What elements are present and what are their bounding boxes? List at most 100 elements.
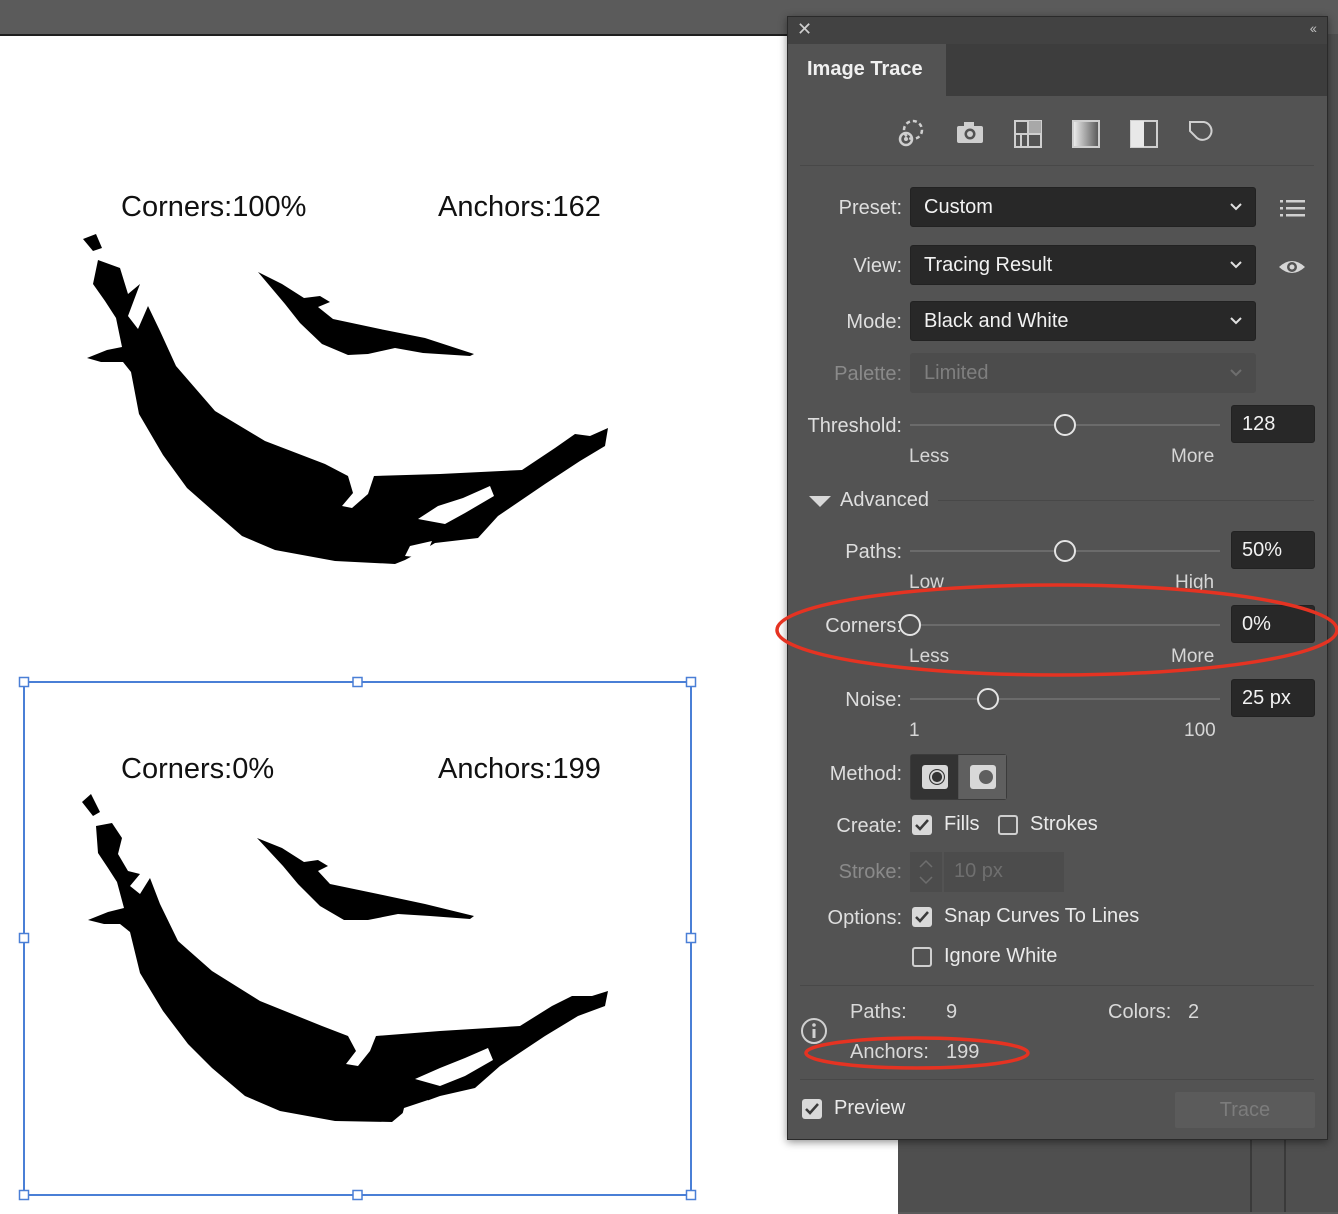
stats-paths-label: Paths: bbox=[850, 1001, 907, 1023]
stats-anchors-value: 199 bbox=[946, 1041, 980, 1063]
chevron-down-icon bbox=[1230, 369, 1242, 377]
stroke-label: Stroke: bbox=[838, 861, 902, 883]
grayscale-icon[interactable] bbox=[1069, 116, 1103, 150]
checkmark-icon bbox=[915, 819, 929, 831]
threshold-min-label: Less bbox=[909, 446, 950, 467]
noise-value: 25 px bbox=[1242, 687, 1291, 709]
presets-menu-icon[interactable] bbox=[1279, 199, 1307, 219]
abutting-icon bbox=[922, 765, 948, 789]
checkmark-icon bbox=[915, 911, 929, 923]
collapse-panel-icon[interactable]: ‹‹ bbox=[1310, 20, 1317, 36]
snap-curves-label[interactable]: Snap Curves To Lines bbox=[944, 905, 1139, 928]
noise-label: Noise: bbox=[845, 689, 902, 711]
strokes-label[interactable]: Strokes bbox=[1030, 813, 1098, 836]
paths-input[interactable]: 50% bbox=[1231, 531, 1315, 569]
low-color-icon[interactable] bbox=[1011, 116, 1045, 150]
image-trace-panel: ✕ ‹‹ Image Trace Preset: Custom View: Tr… bbox=[787, 16, 1328, 1140]
palette-value: Limited bbox=[924, 362, 989, 384]
overlapping-icon bbox=[970, 765, 996, 789]
create-label: Create: bbox=[836, 815, 902, 837]
panel-header: ✕ ‹‹ bbox=[788, 17, 1327, 44]
view-dropdown[interactable]: Tracing Result bbox=[910, 245, 1256, 285]
chevron-down-icon bbox=[1230, 317, 1242, 325]
corners-value: 0% bbox=[1242, 613, 1271, 635]
method-toggle-group bbox=[910, 754, 1007, 800]
preview-checkbox[interactable] bbox=[802, 1099, 822, 1119]
ignore-white-checkbox[interactable] bbox=[912, 947, 932, 967]
panel-title: Image Trace bbox=[807, 58, 923, 80]
divider bbox=[800, 1079, 1314, 1080]
ignore-white-label[interactable]: Ignore White bbox=[944, 945, 1057, 968]
slider-thumb[interactable] bbox=[1054, 540, 1076, 562]
corners-input[interactable]: 0% bbox=[1231, 605, 1315, 643]
stroke-input: 10 px bbox=[944, 852, 1064, 892]
preset-dropdown[interactable]: Custom bbox=[910, 187, 1256, 227]
preset-label: Preset: bbox=[838, 197, 902, 219]
stepper-arrows-icon bbox=[919, 859, 933, 885]
mode-dropdown[interactable]: Black and White bbox=[910, 301, 1256, 341]
preset-value: Custom bbox=[924, 196, 993, 218]
threshold-label: Threshold: bbox=[807, 415, 903, 437]
divider bbox=[800, 985, 1314, 986]
paths-label: Paths: bbox=[845, 541, 902, 563]
view-label: View: bbox=[853, 255, 902, 277]
view-value: Tracing Result bbox=[924, 254, 1053, 276]
threshold-max-label: More bbox=[1171, 446, 1215, 467]
fills-label[interactable]: Fills bbox=[944, 813, 980, 836]
noise-input[interactable]: 25 px bbox=[1231, 679, 1315, 717]
artboard[interactable]: Corners:100% Anchors:162 Corners:0% Anch… bbox=[0, 34, 898, 1214]
stroke-stepper bbox=[910, 852, 942, 892]
slider-thumb[interactable] bbox=[1054, 414, 1076, 436]
eye-icon[interactable] bbox=[1277, 256, 1307, 278]
info-icon[interactable] bbox=[800, 1017, 828, 1045]
disclosure-triangle-icon[interactable] bbox=[808, 495, 832, 509]
paths-min-label: Low bbox=[909, 572, 944, 593]
strokes-checkbox[interactable] bbox=[998, 815, 1018, 835]
fills-checkbox[interactable] bbox=[912, 815, 932, 835]
snap-curves-checkbox[interactable] bbox=[912, 907, 932, 927]
stats-paths-value: 9 bbox=[946, 1001, 958, 1023]
noise-slider[interactable] bbox=[910, 687, 1220, 711]
slider-track bbox=[910, 624, 1220, 626]
stroke-value: 10 px bbox=[954, 860, 1003, 882]
chevron-down-icon bbox=[1230, 261, 1242, 269]
slider-thumb[interactable] bbox=[976, 688, 999, 710]
corners-label: Corners: bbox=[825, 615, 902, 637]
stats-anchors-label: Anchors: bbox=[850, 1041, 929, 1063]
black-and-white-icon[interactable] bbox=[1127, 116, 1161, 150]
chevron-down-icon bbox=[1230, 203, 1242, 211]
stats-colors-value: 2 bbox=[1188, 1001, 1200, 1023]
mode-label: Mode: bbox=[846, 311, 902, 333]
slider-thumb[interactable] bbox=[899, 614, 921, 636]
panel-tab-bar: Image Trace bbox=[788, 44, 1327, 96]
checkmark-icon bbox=[805, 1103, 819, 1115]
method-overlapping-button[interactable] bbox=[959, 755, 1006, 799]
auto-color-icon[interactable] bbox=[894, 116, 928, 150]
threshold-value: 128 bbox=[1242, 413, 1276, 435]
advanced-toggle[interactable]: Advanced bbox=[840, 489, 929, 512]
paths-max-label: High bbox=[1175, 572, 1215, 593]
corners-min-label: Less bbox=[909, 646, 950, 667]
tab-image-trace[interactable]: Image Trace bbox=[788, 44, 946, 96]
palette-label: Palette: bbox=[834, 363, 902, 385]
threshold-slider[interactable] bbox=[910, 413, 1220, 437]
slider-track bbox=[910, 698, 1220, 700]
stats-colors-label: Colors: bbox=[1108, 1001, 1172, 1023]
paths-slider[interactable] bbox=[910, 539, 1220, 563]
trace-button[interactable]: Trace bbox=[1175, 1092, 1315, 1128]
noise-max-label: 100 bbox=[1184, 720, 1216, 741]
options-label: Options: bbox=[827, 907, 902, 929]
preview-label[interactable]: Preview bbox=[834, 1097, 905, 1120]
method-label: Method: bbox=[829, 763, 902, 785]
selection-bounding-box[interactable] bbox=[0, 36, 898, 1214]
divider bbox=[800, 165, 1314, 166]
corners-slider[interactable] bbox=[899, 613, 1220, 637]
high-color-icon[interactable] bbox=[953, 116, 987, 150]
close-icon[interactable]: ✕ bbox=[797, 19, 812, 40]
threshold-input[interactable]: 128 bbox=[1231, 405, 1315, 443]
mode-value: Black and White bbox=[924, 310, 1069, 332]
trace-button-label: Trace bbox=[1219, 1099, 1271, 1121]
outline-icon[interactable] bbox=[1185, 116, 1219, 150]
method-abutting-button[interactable] bbox=[911, 755, 958, 799]
palette-dropdown: Limited bbox=[910, 353, 1256, 393]
